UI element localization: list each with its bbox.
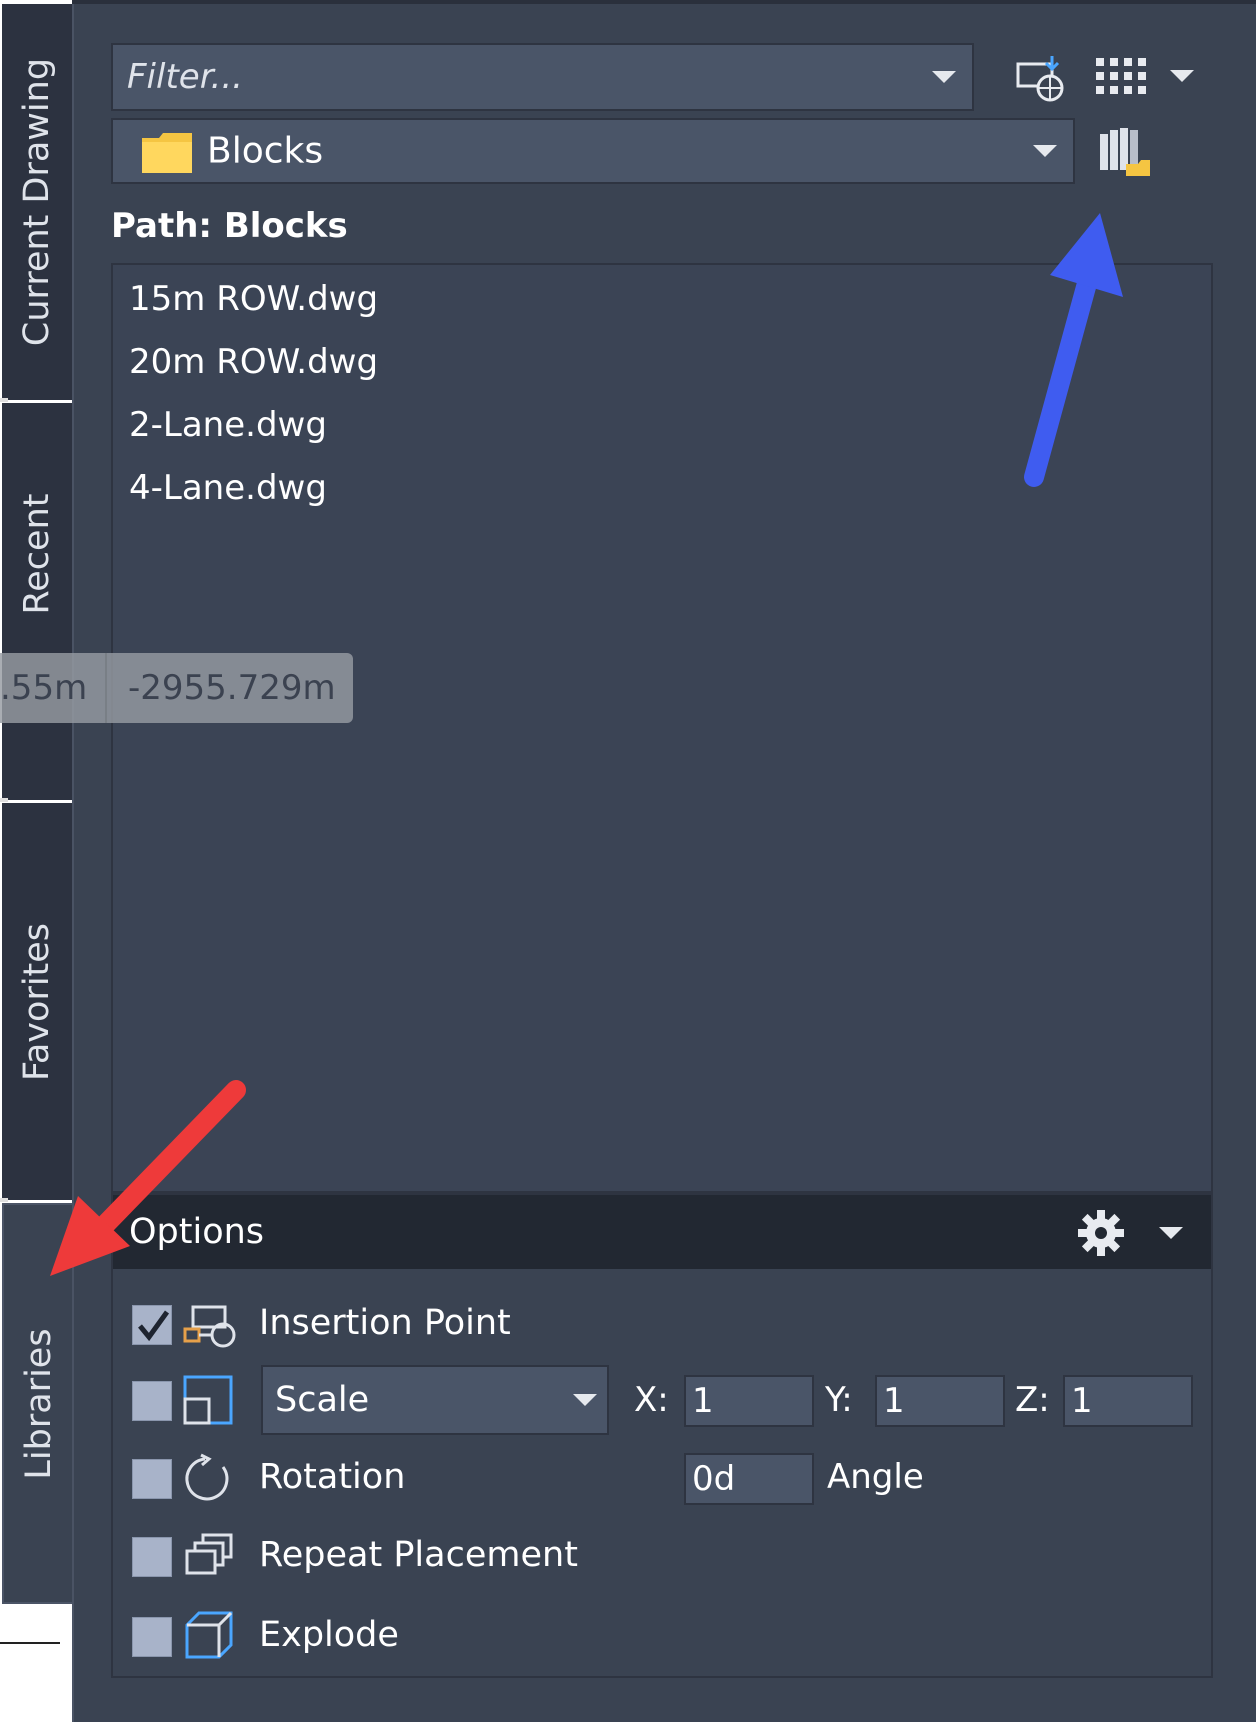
scale-y-value: 1 <box>883 1381 905 1421</box>
options-dropdown-icon[interactable] <box>1159 1227 1183 1239</box>
drawing-line <box>0 1642 60 1644</box>
scale-mode-select[interactable]: Scale <box>261 1365 609 1435</box>
scale-x-value: 1 <box>692 1381 714 1421</box>
insertion-point-label: Insertion Point <box>259 1303 511 1343</box>
scale-z-label: Z: <box>1015 1380 1050 1420</box>
library-selected-label: Blocks <box>207 130 324 172</box>
browse-library-icon[interactable] <box>1098 124 1152 180</box>
tab-separator <box>0 1198 8 1202</box>
scale-icon <box>183 1375 235 1427</box>
path-label: Path: Blocks <box>111 206 348 246</box>
explode-icon <box>183 1609 235 1661</box>
scale-x-input[interactable]: 1 <box>684 1375 814 1427</box>
tooltip-right-value: -2955.729m <box>128 668 336 708</box>
panel-top-edge <box>72 0 1256 4</box>
coordinate-tooltip: .55m -2955.729m <box>0 653 353 723</box>
filter-input[interactable]: Filter... <box>111 43 974 111</box>
list-item[interactable]: 20m ROW.dwg <box>129 342 378 382</box>
filter-placeholder: Filter... <box>127 57 243 97</box>
chevron-down-icon[interactable] <box>573 1394 597 1406</box>
tab-separator <box>0 798 8 802</box>
rotation-input[interactable]: 0d <box>684 1453 814 1505</box>
insert-block-icon[interactable] <box>1012 52 1072 104</box>
scale-z-input[interactable]: 1 <box>1063 1375 1193 1427</box>
tab-separator <box>0 398 8 402</box>
tab-recent[interactable]: Recent <box>2 403 74 800</box>
rotation-unit-label: Angle <box>827 1457 924 1497</box>
explode-checkbox[interactable] <box>132 1617 172 1657</box>
list-item[interactable]: 4-Lane.dwg <box>129 468 327 508</box>
tab-label: Favorites <box>17 922 57 1081</box>
blue-arrow-annotation <box>1024 213 1123 487</box>
explode-label: Explode <box>259 1615 399 1655</box>
rotation-checkbox[interactable] <box>132 1459 172 1499</box>
rotation-value: 0d <box>692 1459 736 1499</box>
scale-y-label: Y: <box>825 1380 853 1420</box>
chevron-down-icon[interactable] <box>1033 145 1057 157</box>
folder-icon <box>141 132 193 174</box>
scale-mode-label: Scale <box>275 1380 370 1420</box>
repeat-placement-checkbox[interactable] <box>132 1537 172 1577</box>
scale-x-label: X: <box>634 1380 669 1420</box>
scale-z-value: 1 <box>1071 1381 1093 1421</box>
tooltip-separator <box>105 653 107 723</box>
tab-label: Recent <box>17 493 57 615</box>
check-icon <box>138 1310 170 1342</box>
tab-label: Current Drawing <box>17 57 57 347</box>
chevron-down-icon[interactable] <box>932 71 956 83</box>
rotation-icon <box>183 1453 235 1505</box>
options-section: Options Insertion Point Scale X: 1 Y: 1 … <box>111 1193 1213 1678</box>
tab-label: Libraries <box>19 1327 59 1480</box>
grid-view-icon[interactable] <box>1094 56 1148 96</box>
gear-icon[interactable] <box>1075 1207 1127 1259</box>
scale-checkbox[interactable] <box>132 1381 172 1421</box>
view-dropdown-icon[interactable] <box>1170 70 1194 82</box>
options-header[interactable]: Options <box>113 1195 1211 1269</box>
repeat-placement-icon <box>183 1533 235 1579</box>
list-item[interactable]: 2-Lane.dwg <box>129 405 327 445</box>
tooltip-left-value: .55m <box>0 668 88 708</box>
list-item[interactable]: 15m ROW.dwg <box>129 279 378 319</box>
insertion-point-checkbox[interactable] <box>132 1305 172 1345</box>
insertion-point-icon <box>183 1303 239 1349</box>
red-arrow-annotation <box>50 1080 246 1276</box>
tab-current-drawing[interactable]: Current Drawing <box>2 4 74 400</box>
repeat-placement-label: Repeat Placement <box>259 1535 578 1575</box>
scale-y-input[interactable]: 1 <box>875 1375 1005 1427</box>
rotation-label: Rotation <box>259 1457 406 1497</box>
library-select[interactable]: Blocks <box>111 118 1075 184</box>
